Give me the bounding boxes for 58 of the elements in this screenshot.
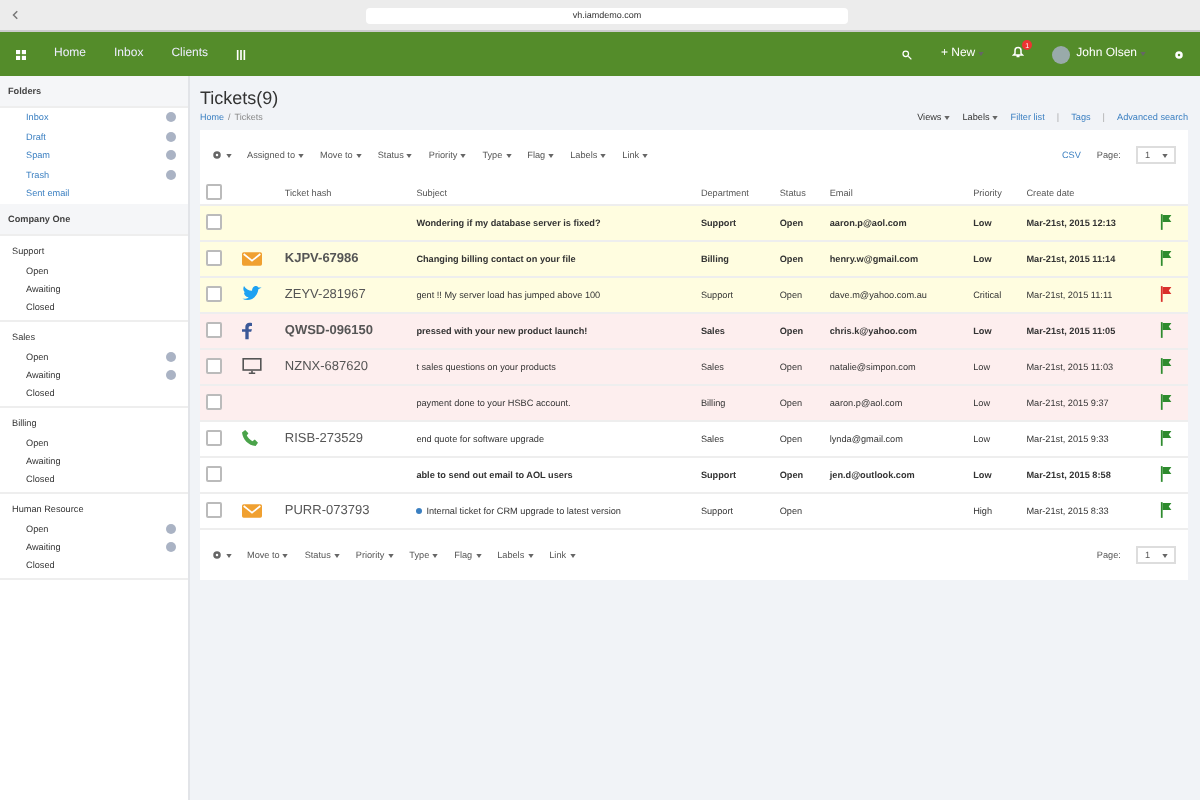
caret-icon	[992, 115, 999, 119]
flag-icon[interactable]	[1159, 466, 1174, 482]
caret-icon	[225, 153, 231, 157]
flag-icon[interactable]	[1159, 502, 1174, 518]
flag-icon[interactable]	[1159, 394, 1174, 410]
caret-icon	[978, 52, 985, 56]
row-checkbox[interactable]	[206, 466, 222, 482]
caret-icon	[1162, 153, 1168, 157]
row-checkbox[interactable]	[206, 430, 222, 446]
row-checkbox[interactable]	[206, 322, 222, 338]
page-title: Tickets(9)	[200, 88, 279, 108]
search-icon[interactable]	[902, 49, 913, 59]
caret-icon	[600, 153, 607, 157]
row-checkbox[interactable]	[206, 214, 222, 230]
caret-icon	[333, 553, 340, 557]
settings-icon	[212, 550, 222, 560]
caret-icon	[1162, 553, 1168, 557]
caret-icon	[460, 153, 467, 157]
row-checkbox[interactable]	[206, 394, 222, 410]
bird-icon	[242, 286, 263, 302]
grid-icon[interactable]	[16, 49, 26, 59]
row-checkbox[interactable]	[206, 250, 222, 266]
avatar	[1052, 45, 1071, 63]
flag-icon[interactable]	[1159, 286, 1174, 302]
flag-icon[interactable]	[1159, 214, 1174, 230]
caret-icon	[387, 553, 394, 557]
caret-icon	[355, 153, 362, 157]
bell-icon[interactable]	[1012, 46, 1025, 58]
envelope-icon	[242, 503, 263, 517]
flag-icon[interactable]	[1159, 358, 1174, 374]
flag-icon[interactable]	[1159, 250, 1174, 266]
caret-icon	[642, 153, 649, 157]
row-checkbox[interactable]	[206, 502, 222, 518]
caret-icon	[527, 553, 534, 557]
back-icon[interactable]	[12, 10, 18, 20]
caret-icon	[225, 553, 231, 557]
caret-icon	[944, 115, 951, 119]
row-checkbox[interactable]	[206, 358, 222, 374]
row-checkbox[interactable]	[206, 286, 222, 302]
flag-icon[interactable]	[1159, 430, 1174, 446]
monitor-icon	[242, 358, 263, 374]
flag-icon[interactable]	[1159, 322, 1174, 338]
caret-icon	[505, 153, 512, 157]
envelope-icon	[242, 251, 263, 265]
caret-icon	[1140, 52, 1146, 56]
caret-icon	[548, 153, 555, 157]
caret-icon	[282, 553, 289, 557]
caret-icon	[406, 153, 413, 157]
settings-icon[interactable]	[1174, 49, 1184, 59]
caret-icon	[475, 553, 482, 557]
phone-icon	[242, 430, 259, 446]
select-all-checkbox[interactable]	[206, 183, 222, 199]
caret-icon	[298, 153, 305, 157]
settings-icon	[212, 150, 222, 160]
caret-icon	[569, 553, 576, 557]
facebook-f-icon	[242, 321, 253, 339]
apps-icon[interactable]	[236, 49, 247, 59]
caret-icon	[432, 553, 439, 557]
